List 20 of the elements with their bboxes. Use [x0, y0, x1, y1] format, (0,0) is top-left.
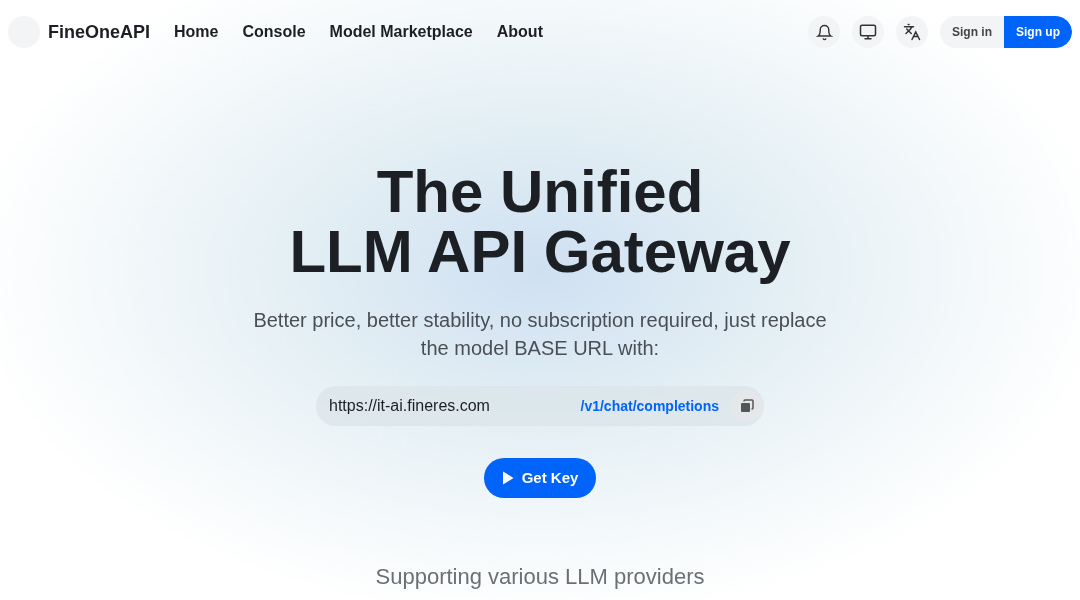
nav-link[interactable]: About — [496, 20, 543, 44]
hero-title-line: LLM API Gateway — [289, 222, 791, 282]
subtitle: Better price, better stability, no subscription required, just replace the model BASE URL with: — [252, 308, 828, 361]
brand-name[interactable]: FineOneAPI — [48, 18, 150, 46]
nav-link[interactable]: Console — [242, 20, 306, 44]
translate-icon[interactable] — [896, 16, 928, 48]
play-icon — [501, 471, 514, 485]
sign-up-button[interactable]: Sign up — [1004, 16, 1072, 48]
base-url-text: https://it-ai.fineres.com — [329, 396, 490, 416]
notification-bell-icon[interactable] — [808, 16, 840, 48]
monitor-icon[interactable] — [852, 16, 884, 48]
get-key-button[interactable]: Get Key — [483, 458, 597, 498]
endpoint-path: /v1/chat/completions — [580, 396, 719, 416]
nav-link[interactable]: Model Marketplace — [329, 20, 473, 44]
copy-icon[interactable] — [731, 390, 763, 422]
hero-title-line: The Unified — [376, 162, 704, 222]
base-url-field[interactable]: https://it-ai.fineres.com /v1/chat/completions — [316, 386, 764, 426]
sign-in-button[interactable]: Sign in — [940, 16, 1004, 48]
nav-link[interactable]: Home — [174, 20, 219, 44]
providers-heading: Supporting various LLM providers — [375, 564, 705, 590]
